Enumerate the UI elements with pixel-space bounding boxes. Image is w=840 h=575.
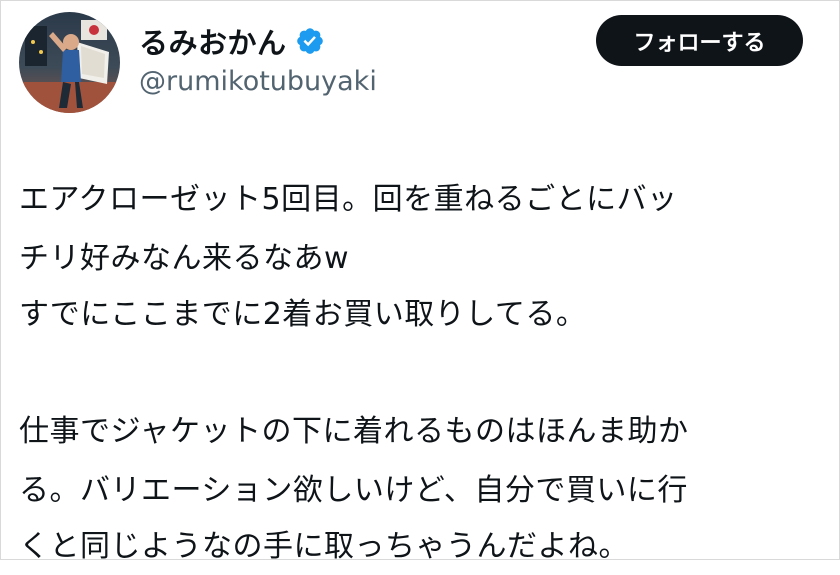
avatar[interactable] (19, 12, 120, 113)
tweet-line: くと同じようなの手に取っちゃうんだよね。 (19, 529, 629, 564)
display-name[interactable]: るみおかん (139, 20, 287, 62)
follow-button[interactable]: フォローする (596, 15, 803, 66)
tweet-line: る。バリエーション欲しいけど、自分で買いに行 (19, 473, 688, 508)
avatar-photo (19, 12, 120, 113)
tweet-text: エアクローゼット5回目。回を重ねるごとにバッ チリ好みなん来るなあw すでにここ… (19, 168, 834, 575)
tweet-line: チリ好みなん来るなあw (19, 241, 350, 276)
username-handle[interactable]: @rumikotubuyaki (139, 66, 377, 97)
author-name-row: るみおかん (139, 20, 325, 62)
tweet-line: すでにここまでに2着お買い取りしてる。 (19, 297, 587, 332)
verified-badge-icon (296, 28, 323, 54)
tweet-line: エアクローゼット5回目。回を重ねるごとにバッ (19, 182, 678, 217)
tweet-line: 仕事でジャケットの下に着れるものはほんま助か (19, 414, 689, 449)
